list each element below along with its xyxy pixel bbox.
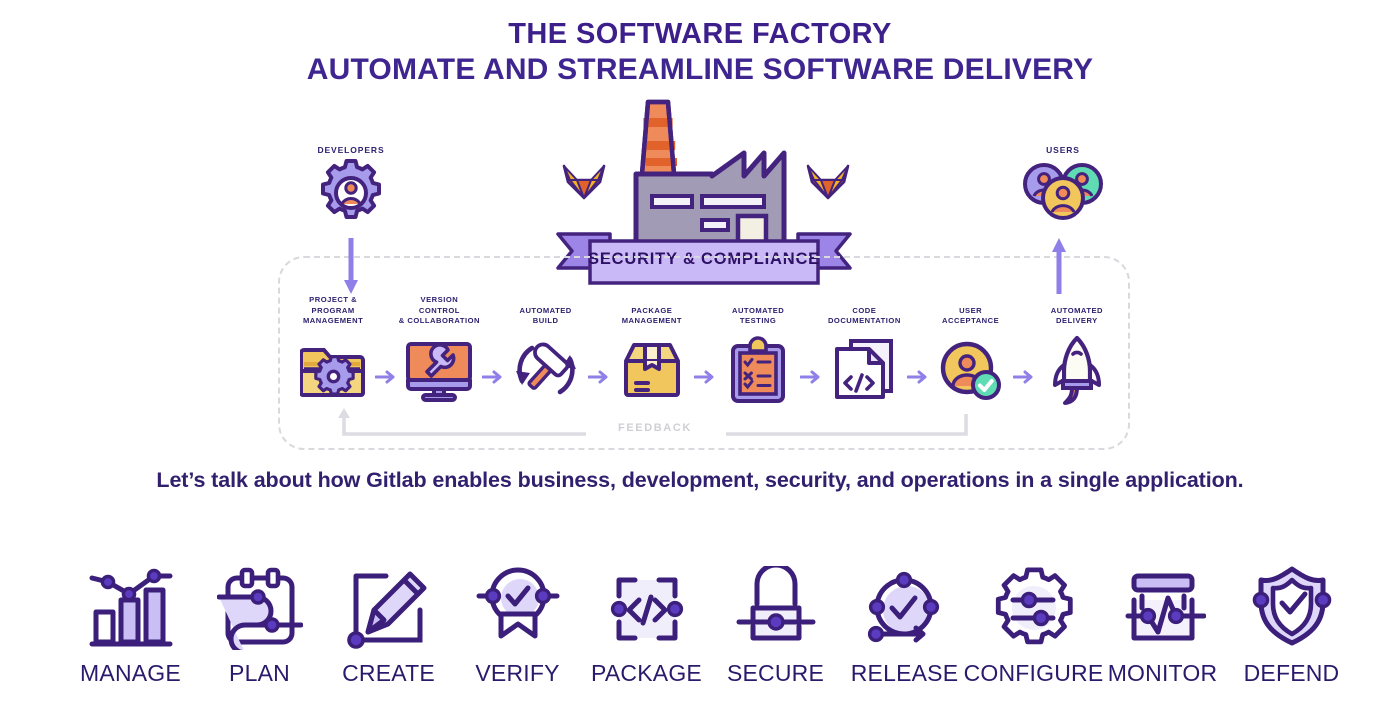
hammer-refresh-icon [512, 334, 580, 406]
devops-label: RELEASE [850, 660, 959, 686]
stage-automated-build: AUTOMATED BUILD [505, 296, 587, 406]
devops-item-plan[interactable]: PLAN [195, 562, 324, 687]
feedback-loop: FEEDBACK [330, 408, 980, 444]
devops-label: MANAGE [80, 660, 181, 686]
devops-label: MONITOR [1107, 660, 1218, 686]
stage-user-acceptance: USER ACCEPTANCE [930, 296, 1012, 406]
user-group-icon [998, 161, 1128, 225]
users-flow-arrow [1052, 238, 1066, 294]
stage-code-documentation: CODE DOCUMENTATION [823, 296, 905, 406]
monitor-wrench-icon [404, 334, 474, 406]
gear-user-icon [286, 159, 416, 225]
pipeline-stages: PROJECT & PROGRAM MANAGEMENT VERSION CON… [292, 295, 1118, 416]
devops-item-release[interactable]: RELEASE [840, 562, 969, 687]
stage-label: VERSION CONTROL & COLLABORATION [398, 295, 480, 325]
endpoint-developers: DEVELOPERS [286, 145, 416, 225]
devops-item-secure[interactable]: SECURE [711, 562, 840, 687]
pipeline-arrow-right-icon [693, 370, 717, 384]
devops-item-package[interactable]: PACKAGE [582, 562, 711, 687]
pencil-edit-icon [346, 562, 432, 654]
devops-item-monitor[interactable]: MONITOR [1098, 562, 1227, 687]
header-titles: THE SOFTWARE FACTORY AUTOMATE AND STREAM… [0, 18, 1400, 88]
devops-stage-row: MANAGE PLAN CREATE VERIFY PACKAGE SECURE… [66, 562, 1356, 712]
devops-label: PLAN [229, 660, 290, 686]
stage-label: AUTOMATED BUILD [519, 305, 572, 325]
devops-item-manage[interactable]: MANAGE [66, 562, 195, 687]
page-title: THE SOFTWARE FACTORY [508, 18, 892, 50]
clock-check-arrow-icon [862, 562, 948, 654]
bar-chart-trend-icon [88, 562, 174, 654]
user-approved-icon [939, 334, 1003, 406]
code-brackets-icon [604, 562, 690, 654]
pipeline-arrow-right-icon [1012, 370, 1036, 384]
stage-label: AUTOMATED DELIVERY [1050, 305, 1104, 325]
endpoint-users: USERS [998, 145, 1128, 225]
developers-flow-arrow [344, 238, 358, 294]
folder-gear-icon [300, 334, 366, 406]
gitlab-tanuki-icon-right [804, 158, 852, 206]
window-pulse-icon [1120, 562, 1206, 654]
stage-project-program-management: PROJECT & PROGRAM MANAGEMENT [292, 295, 374, 406]
devops-item-create[interactable]: CREATE [324, 562, 453, 687]
pipeline-arrow-right-icon [374, 370, 398, 384]
clipboard-checklist-icon [730, 334, 786, 406]
endpoint-users-label: USERS [1046, 145, 1080, 155]
stage-label: CODE DOCUMENTATION [827, 305, 901, 325]
devops-label: DEFEND [1243, 660, 1340, 686]
stage-label: PROJECT & PROGRAM MANAGEMENT [302, 295, 364, 325]
stage-automated-testing: AUTOMATED TESTING [717, 296, 799, 406]
devops-label: CREATE [342, 660, 435, 686]
devops-label: PACKAGE [591, 660, 702, 686]
devops-item-configure[interactable]: CONFIGURE [964, 562, 1103, 687]
package-box-icon [620, 334, 684, 406]
calendar-flow-icon [216, 562, 303, 654]
stage-package-management: PACKAGE MANAGEMENT [611, 296, 693, 406]
devops-label: VERIFY [475, 660, 560, 686]
gear-sliders-icon [991, 562, 1077, 654]
gitlab-tanuki-icon-left [560, 158, 608, 206]
rocket-icon [1048, 334, 1106, 406]
feedback-label: FEEDBACK [618, 422, 692, 434]
page-subtitle: AUTOMATE AND STREAMLINE SOFTWARE DELIVER… [306, 53, 1094, 87]
stage-label: AUTOMATED TESTING [731, 305, 785, 325]
pipeline-arrow-right-icon [799, 370, 823, 384]
endpoint-developers-label: DEVELOPERS [317, 145, 385, 155]
stage-version-control-collaboration: VERSION CONTROL & COLLABORATION [398, 295, 480, 406]
stage-label: USER ACCEPTANCE [942, 305, 1000, 325]
devops-item-defend[interactable]: DEFEND [1227, 562, 1356, 687]
lock-icon [733, 562, 819, 654]
code-documents-icon [833, 334, 895, 406]
devops-label: CONFIGURE [963, 660, 1104, 686]
shield-check-icon [1249, 562, 1335, 654]
pipeline-arrow-right-icon [587, 370, 611, 384]
devops-item-verify[interactable]: VERIFY [453, 562, 582, 687]
stage-automated-delivery: AUTOMATED DELIVERY [1036, 296, 1118, 406]
pipeline-arrow-right-icon [481, 370, 505, 384]
devops-label: SECURE [726, 660, 825, 686]
badge-check-icon [475, 562, 561, 654]
pipeline-arrow-right-icon [906, 370, 930, 384]
stage-label: PACKAGE MANAGEMENT [621, 305, 682, 325]
tagline: Let’s talk about how Gitlab enables busi… [156, 468, 1244, 492]
